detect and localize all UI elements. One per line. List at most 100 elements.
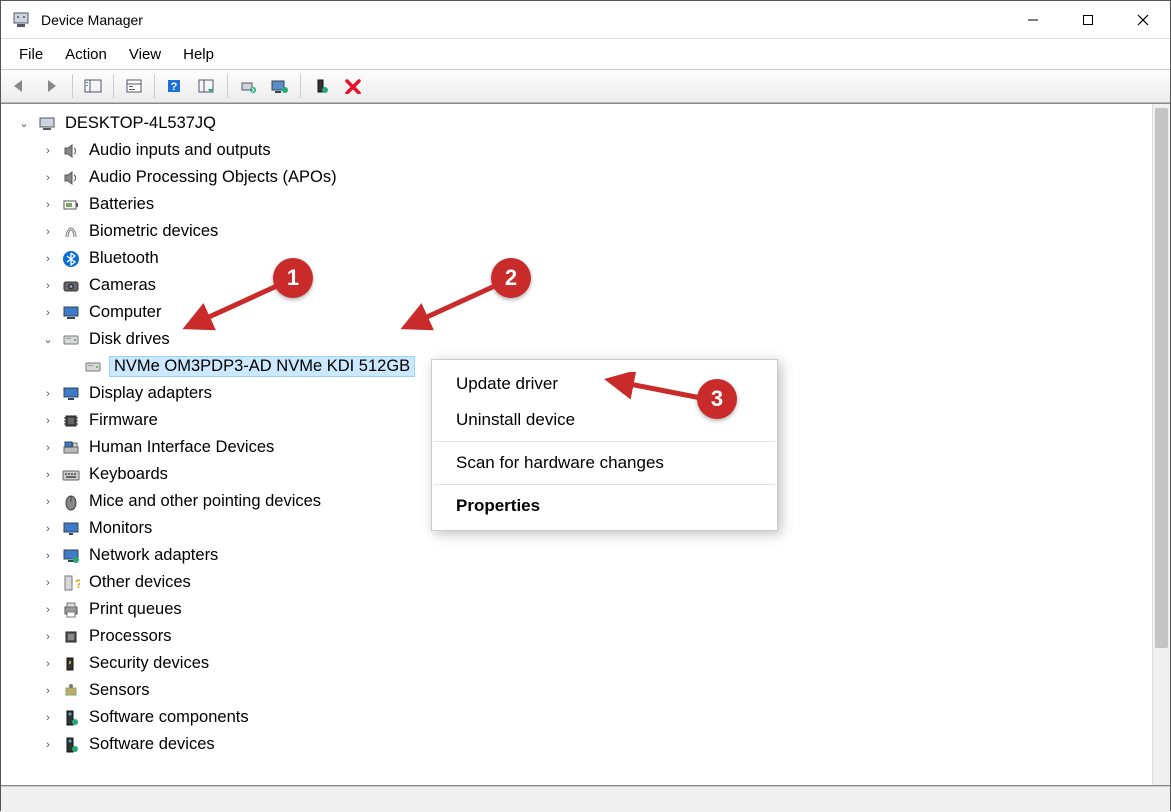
tree-category-label: Monitors bbox=[87, 519, 154, 538]
tree-category[interactable]: › Print queues bbox=[5, 596, 1166, 623]
disable-device-button[interactable] bbox=[338, 72, 368, 100]
device-tree-panel: ⌄ DESKTOP-4L537JQ ›Audio inputs and outp… bbox=[1, 103, 1170, 786]
keyboard-icon bbox=[61, 465, 81, 485]
callout-3: 3 bbox=[697, 379, 737, 419]
close-button[interactable] bbox=[1115, 1, 1170, 39]
tree-category[interactable]: ⌄ Disk drives bbox=[5, 326, 1166, 353]
tree-category[interactable]: ›Software components bbox=[5, 704, 1166, 731]
minimize-button[interactable] bbox=[1005, 1, 1060, 39]
callout-2: 2 bbox=[491, 258, 531, 298]
speaker-icon bbox=[61, 141, 81, 161]
chevron-icon[interactable]: › bbox=[41, 657, 55, 671]
fingerprint-icon bbox=[61, 222, 81, 242]
enable-device-button[interactable] bbox=[306, 72, 336, 100]
display-icon bbox=[61, 384, 81, 404]
tree-category-label: Disk drives bbox=[87, 330, 172, 349]
tree-category[interactable]: › Bluetooth bbox=[5, 245, 1166, 272]
battery-icon bbox=[61, 195, 81, 215]
ctx-separator bbox=[434, 441, 775, 442]
hid-icon bbox=[61, 438, 81, 458]
help-button[interactable]: ? bbox=[160, 72, 190, 100]
tree-category[interactable]: ›? Other devices bbox=[5, 569, 1166, 596]
printer-icon bbox=[61, 600, 81, 620]
forward-button[interactable] bbox=[37, 72, 67, 100]
tree-category-label: Other devices bbox=[87, 573, 193, 592]
disk-icon bbox=[61, 330, 81, 350]
tree-category-label: Human Interface Devices bbox=[87, 438, 276, 457]
menubar: File Action View Help bbox=[1, 39, 1170, 69]
tree-category-label: Network adapters bbox=[87, 546, 220, 565]
ctx-scan-hardware[interactable]: Scan for hardware changes bbox=[432, 445, 777, 481]
app-icon bbox=[11, 10, 31, 30]
tree-category-label: Batteries bbox=[87, 195, 156, 214]
tree-category-label: Print queues bbox=[87, 600, 184, 619]
chevron-icon[interactable]: › bbox=[41, 603, 55, 617]
tree-category[interactable]: › Computer bbox=[5, 299, 1166, 326]
chevron-icon[interactable]: ⌄ bbox=[41, 333, 55, 347]
menu-view[interactable]: View bbox=[119, 43, 171, 66]
software-icon bbox=[61, 735, 81, 755]
chevron-icon[interactable]: › bbox=[41, 441, 55, 455]
chevron-icon[interactable]: › bbox=[41, 495, 55, 509]
tree-category-label: Keyboards bbox=[87, 465, 170, 484]
chevron-icon[interactable]: › bbox=[41, 225, 55, 239]
menu-file[interactable]: File bbox=[9, 43, 53, 66]
uninstall-device-button[interactable] bbox=[265, 72, 295, 100]
chevron-icon[interactable]: › bbox=[41, 684, 55, 698]
tree-category[interactable]: › Cameras bbox=[5, 272, 1166, 299]
tree-category[interactable]: › Batteries bbox=[5, 191, 1166, 218]
tree-category-label: Computer bbox=[87, 303, 163, 322]
chevron-icon[interactable]: › bbox=[41, 468, 55, 482]
chevron-icon[interactable]: › bbox=[41, 387, 55, 401]
tree-category[interactable]: ›Security devices bbox=[5, 650, 1166, 677]
chevron-icon[interactable]: › bbox=[41, 414, 55, 428]
tree-category-label: Audio Processing Objects (APOs) bbox=[87, 168, 339, 187]
maximize-button[interactable] bbox=[1060, 1, 1115, 39]
chevron-icon[interactable]: › bbox=[41, 630, 55, 644]
menu-help[interactable]: Help bbox=[173, 43, 224, 66]
tree-category[interactable]: › Biometric devices bbox=[5, 218, 1166, 245]
menu-action[interactable]: Action bbox=[55, 43, 117, 66]
unknown-icon: ? bbox=[61, 573, 81, 593]
back-button[interactable] bbox=[5, 72, 35, 100]
tree-category-label: Bluetooth bbox=[87, 249, 161, 268]
tree-category[interactable]: › Audio Processing Objects (APOs) bbox=[5, 164, 1166, 191]
tree-category[interactable]: ›Sensors bbox=[5, 677, 1166, 704]
chevron-icon[interactable]: › bbox=[41, 252, 55, 266]
scan-hardware-button[interactable] bbox=[192, 72, 222, 100]
window-title: Device Manager bbox=[41, 12, 143, 28]
chevron-icon[interactable]: › bbox=[41, 198, 55, 212]
chevron-icon[interactable]: › bbox=[41, 738, 55, 752]
statusbar bbox=[1, 786, 1170, 812]
tree-category[interactable]: ›Audio inputs and outputs bbox=[5, 137, 1166, 164]
chevron-icon[interactable]: › bbox=[41, 522, 55, 536]
show-hide-console-tree-button[interactable] bbox=[78, 72, 108, 100]
tree-category-label: Biometric devices bbox=[87, 222, 220, 241]
update-driver-button[interactable] bbox=[233, 72, 263, 100]
vertical-scrollbar[interactable] bbox=[1152, 104, 1170, 785]
chevron-icon[interactable]: › bbox=[41, 576, 55, 590]
tree-category-label: Cameras bbox=[87, 276, 158, 295]
toolbar: ? bbox=[1, 69, 1170, 103]
ctx-properties[interactable]: Properties bbox=[432, 488, 777, 524]
chevron-icon[interactable]: › bbox=[41, 171, 55, 185]
callout-1: 1 bbox=[273, 258, 313, 298]
tree-category[interactable]: › Network adapters bbox=[5, 542, 1166, 569]
chevron-icon[interactable]: › bbox=[41, 306, 55, 320]
bluetooth-icon bbox=[61, 249, 81, 269]
tree-category[interactable]: › Software devices bbox=[5, 731, 1166, 758]
tree-category-label: Processors bbox=[87, 627, 174, 646]
disk-icon bbox=[83, 357, 103, 377]
chevron-icon[interactable]: › bbox=[41, 279, 55, 293]
tree-category[interactable]: › Processors bbox=[5, 623, 1166, 650]
titlebar: Device Manager bbox=[1, 1, 1170, 39]
computer-root-icon bbox=[37, 114, 57, 134]
tree-category-label: Software devices bbox=[87, 735, 217, 754]
chevron-icon[interactable]: › bbox=[41, 144, 55, 158]
tree-root[interactable]: ⌄ DESKTOP-4L537JQ bbox=[5, 110, 1166, 137]
chevron-icon[interactable]: › bbox=[41, 549, 55, 563]
properties-button[interactable] bbox=[119, 72, 149, 100]
scroll-thumb[interactable] bbox=[1155, 108, 1168, 648]
chevron-icon[interactable]: › bbox=[41, 711, 55, 725]
chevron-down-icon[interactable]: ⌄ bbox=[17, 117, 31, 131]
